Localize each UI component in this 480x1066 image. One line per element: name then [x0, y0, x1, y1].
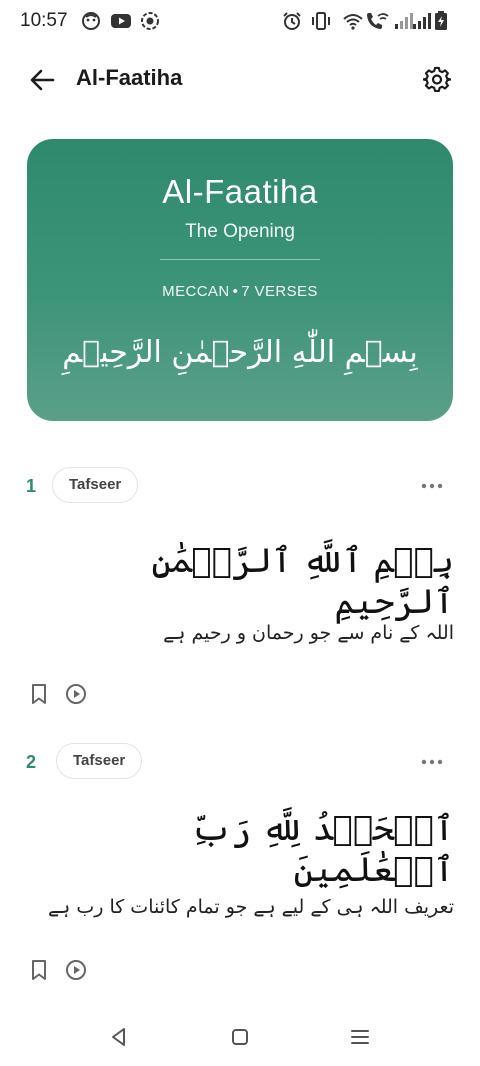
youtube-icon	[111, 14, 131, 28]
verse-item: 2 Tafseer ٱلۡحَمۡدُ لِلَّهِ رَبِّ ٱلۡعَٰ…	[0, 742, 480, 992]
home-square-icon[interactable]	[228, 1025, 252, 1049]
revelation-type: MECCAN	[162, 283, 230, 300]
record-icon	[141, 12, 159, 30]
system-nav-bar	[0, 1008, 480, 1066]
wifi-icon	[343, 14, 363, 30]
signal-icon	[413, 13, 431, 29]
bismillah-text: بِسۡمِ اللّٰهِ الرَّحۡمٰنِ الرَّحِیۡمِ	[62, 335, 418, 370]
surah-title: Al-Faatiha	[162, 173, 318, 210]
tafseer-button[interactable]: Tafseer	[56, 743, 143, 779]
more-options-icon[interactable]	[420, 481, 444, 491]
surah-meta: MECCAN • 7 VERSES	[27, 283, 453, 300]
app-bar: Al-Faatiha	[0, 52, 480, 108]
verse-number: 1	[26, 476, 37, 496]
arrow-left-icon[interactable]	[28, 66, 56, 94]
verse-translation: اللہ کے نام سے جو رحمان و رحیم ہے	[163, 622, 454, 644]
verse-number: 2	[26, 752, 37, 772]
status-bar: 10:57	[0, 0, 480, 42]
face-icon	[82, 12, 100, 30]
meta-separator: •	[232, 283, 239, 300]
alarm-icon	[283, 12, 301, 30]
gear-icon[interactable]	[423, 66, 451, 94]
tafseer-button[interactable]: Tafseer	[52, 467, 139, 503]
battery-charging-icon	[435, 11, 447, 30]
surah-subtitle: The Opening	[185, 221, 295, 242]
verse-item: 1 Tafseer بِسۡمِ ٱللَّهِ ٱلرَّحۡمَٰنِ ٱل…	[0, 466, 480, 716]
bookmark-icon[interactable]	[27, 682, 51, 706]
verse-translation: تعریف اللہ ہی کے لیے ہے جو تمام کائنات ک…	[48, 896, 454, 918]
verse-arabic-text: بِسۡمِ ٱللَّهِ ٱلرَّحۡمَٰنِ ٱلرَّحِيمِ	[151, 541, 454, 622]
card-divider	[160, 259, 320, 260]
bookmark-icon[interactable]	[27, 958, 51, 982]
wifi-calling-icon	[367, 13, 389, 29]
play-icon[interactable]	[64, 682, 88, 706]
verse-arabic-text: ٱلۡحَمۡدُ لِلَّهِ رَبِّ ٱلۡعَٰلَمِينَ	[191, 809, 454, 890]
play-icon[interactable]	[64, 958, 88, 982]
recents-menu-icon[interactable]	[348, 1025, 372, 1049]
surah-header-card: Al-Faatiha The Opening MECCAN • 7 VERSES ب…	[27, 139, 453, 421]
vibrate-icon	[312, 12, 330, 30]
page-title: Al-Faatiha	[76, 65, 183, 90]
status-time: 10:57	[20, 10, 68, 31]
verse-count: 7 VERSES	[241, 283, 318, 300]
signal-icon	[395, 13, 413, 29]
more-options-icon[interactable]	[420, 757, 444, 767]
back-triangle-icon[interactable]	[107, 1025, 131, 1049]
